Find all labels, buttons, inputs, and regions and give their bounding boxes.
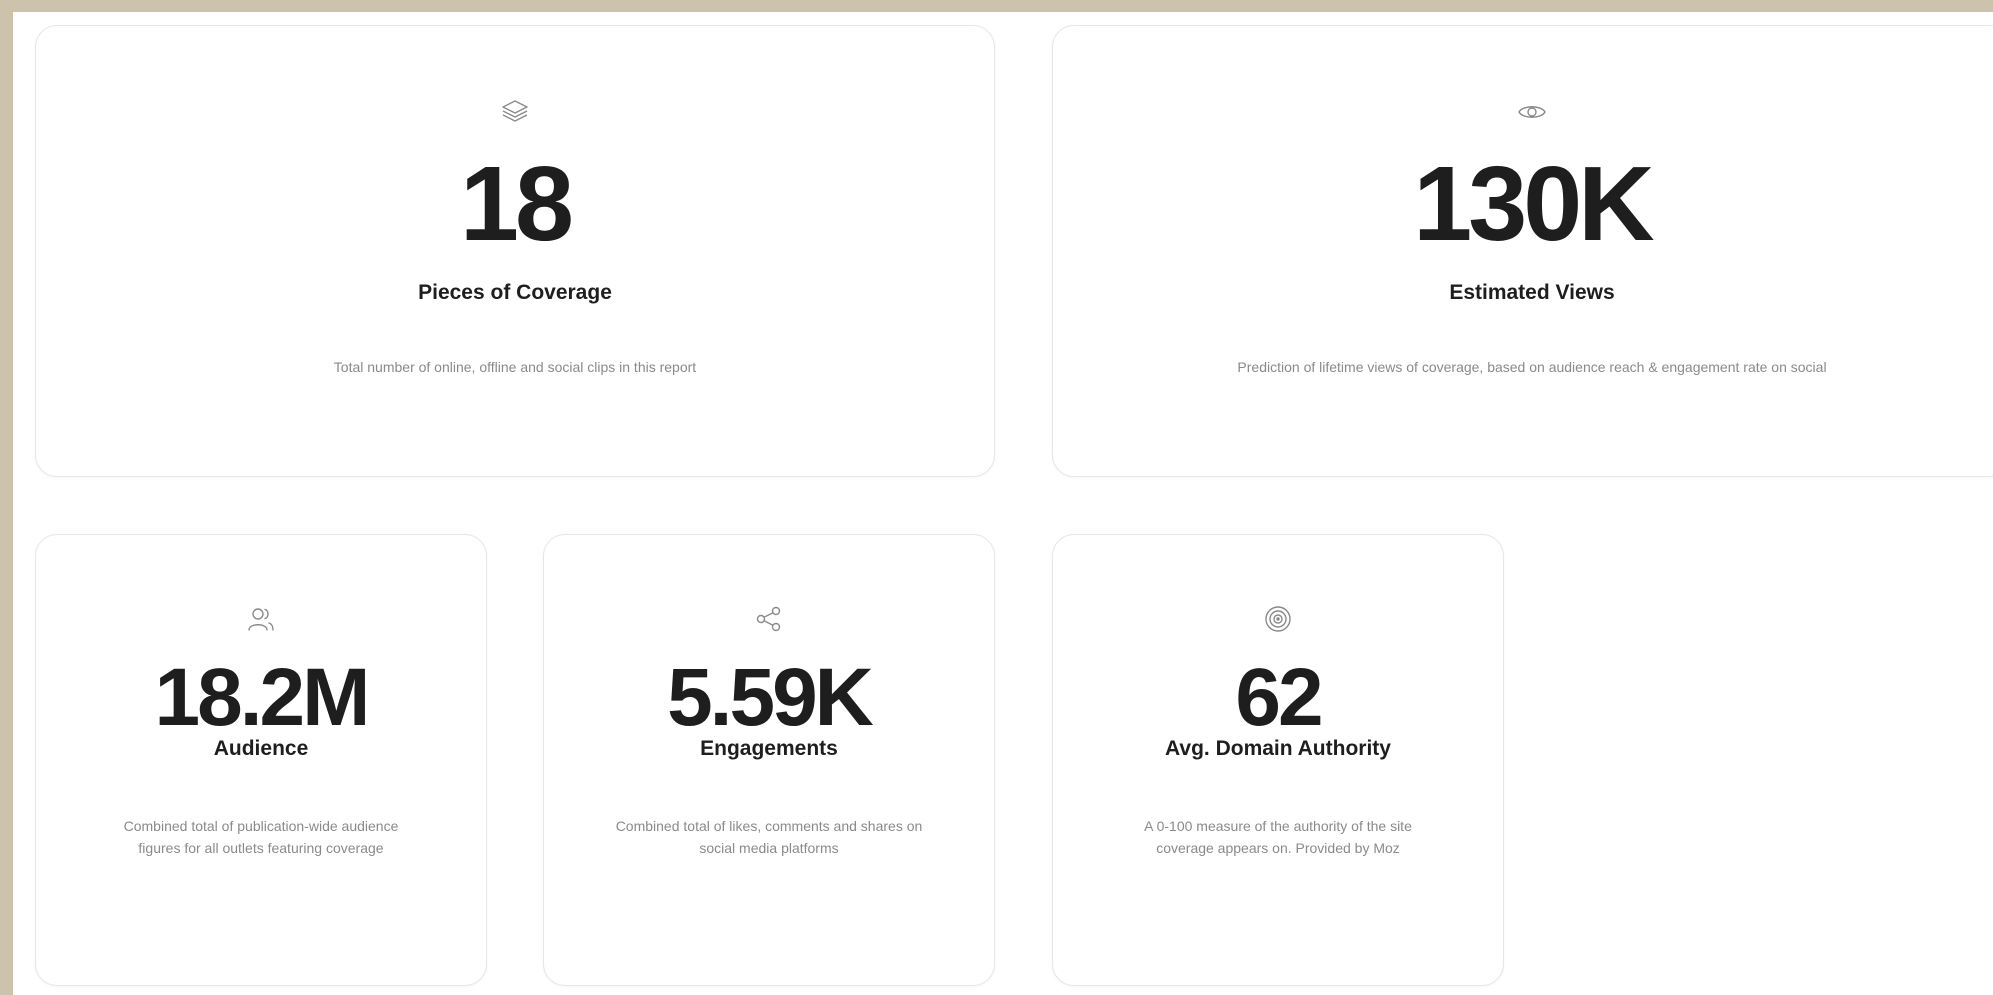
metric-card-engagements: 5.59K Engagements Combined total of like… [543,534,995,986]
metric-card-estimated-views: 130K Estimated Views Prediction of lifet… [1052,25,1993,477]
eye-icon [1516,96,1548,128]
metric-value: 130K [1413,145,1654,263]
metric-description: A 0-100 measure of the authority of the … [1144,818,1412,856]
metric-card-domain-authority: 62 Avg. Domain Authority A 0-100 measure… [1052,534,1504,986]
metric-card-coverage: 18 Pieces of Coverage Total number of on… [35,25,995,477]
frame-border-left [0,0,13,995]
metric-card-audience: 18.2M Audience Combined total of publica… [35,534,487,986]
users-icon [245,603,277,635]
layers-icon [499,96,531,128]
metric-value: 62 [1235,652,1323,743]
share-icon [753,603,785,635]
metric-value: 18 [460,145,574,263]
metric-label: Engagements [700,737,838,760]
metric-description: Total number of online, offline and soci… [333,359,697,375]
metric-label: Pieces of Coverage [418,281,612,304]
metric-value: 5.59K [667,652,874,743]
metric-value: 18.2M [154,652,371,743]
frame-border-top [0,0,1993,12]
metric-description: Combined total of publication-wide audie… [123,818,399,856]
metric-description: Prediction of lifetime views of coverage… [1237,359,1827,375]
metric-label: Avg. Domain Authority [1165,737,1391,760]
metric-label: Estimated Views [1449,281,1615,304]
target-icon [1262,603,1294,635]
metric-label: Audience [213,737,309,760]
metric-description: Combined total of likes, comments and sh… [615,818,923,856]
